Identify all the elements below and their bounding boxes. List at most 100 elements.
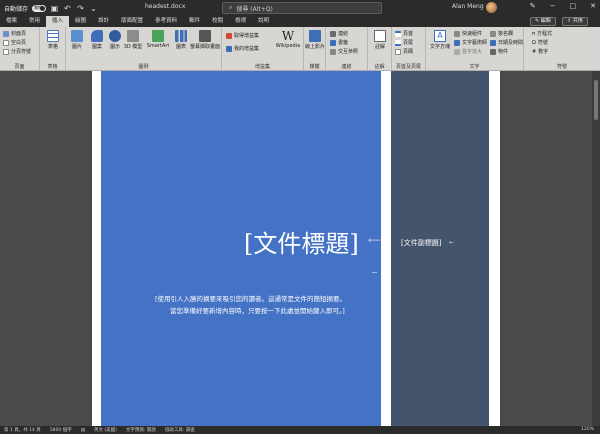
shapes-icon <box>91 30 103 42</box>
scrollbar-thumb[interactable] <box>594 80 598 120</box>
close-icon[interactable]: ✕ <box>590 2 596 10</box>
proofing-icon[interactable]: ▤ <box>81 428 85 433</box>
page-count[interactable]: 第 1 頁，共 14 頁 <box>4 427 41 433</box>
pi-icon: π <box>532 30 536 37</box>
language-status[interactable]: 英文 (美國) <box>94 427 117 433</box>
comments-group: 註解 註解 <box>368 27 392 71</box>
3d-models-icon <box>127 30 139 42</box>
page-number-button[interactable]: 頁碼 <box>395 48 413 55</box>
blank-page-button[interactable]: 空白頁 <box>3 39 26 46</box>
tab-references[interactable]: 參考資料 <box>149 16 183 27</box>
autosave-toggle[interactable]: 關閉 <box>32 4 47 12</box>
header-button[interactable]: 頁首 <box>395 30 413 37</box>
date-time-button[interactable]: 日期及時間 <box>490 39 523 46</box>
addins-group: 取得增益集 我的增益集 W Wikipedia 增益集 <box>222 27 304 71</box>
pictures-button[interactable]: 圖片 <box>66 30 88 50</box>
zoom-level[interactable]: 120% <box>581 426 594 434</box>
document-title-placeholder[interactable]: [文件標題] <box>244 224 359 259</box>
page-break-button[interactable]: 分頁符號 <box>3 48 31 55</box>
3d-models-button[interactable]: 3D 模型 <box>122 30 144 50</box>
minimize-icon[interactable]: − <box>550 2 556 10</box>
cover-dark-panel <box>391 71 489 426</box>
page-number-icon <box>395 48 401 55</box>
number-button[interactable]: # 數字 <box>532 48 548 56</box>
abstract-line-1[interactable]: [使用引人入勝的摘要來吸引您的讀者。這通常是文件的簡短摘要。 <box>155 293 346 303</box>
status-bar: 第 1 頁，共 14 頁 5800 個字 ▤ 英文 (美國) 文字預測: 開啟 … <box>0 426 600 434</box>
header-footer-group-label: 頁首及頁尾 <box>395 64 421 70</box>
text-prediction-status[interactable]: 文字預測: 開啟 <box>126 427 156 433</box>
drop-cap-icon <box>454 48 460 55</box>
tab-design[interactable]: 設計 <box>92 16 115 27</box>
abstract-line-2[interactable]: 當您準備好要新增內容時，只要按一下此處並開始鍵入即可。] <box>170 305 345 315</box>
wordart-icon <box>454 39 460 46</box>
tab-mailings[interactable]: 郵件 <box>183 16 206 27</box>
redo-icon[interactable]: ↷ <box>76 4 85 13</box>
share-button[interactable]: ⇪ 共用 <box>562 17 588 26</box>
illustrations-group-label: 圖例 <box>138 64 149 70</box>
online-video-button[interactable]: 線上影片 <box>304 30 326 50</box>
tab-insert[interactable]: 插入 <box>46 16 70 27</box>
menu-bar: 檔案 常用 插入 繪圖 設計 版面配置 參考資料 郵件 校閱 檢視 說明 ✎ 編… <box>0 16 600 27</box>
maximize-icon[interactable]: □ <box>570 2 577 10</box>
equation-button[interactable]: π 方程式 <box>532 30 552 38</box>
addins-icon <box>226 45 232 52</box>
bookmark-button[interactable]: 書籤 <box>330 39 348 46</box>
symbol-button[interactable]: Ω 符號 <box>532 39 548 47</box>
search-input[interactable]: ⌕ 搜尋 (Alt+Q) <box>222 2 382 14</box>
chart-button[interactable]: 圖表 <box>170 30 192 50</box>
icons-icon <box>109 30 121 42</box>
links-group-label: 連結 <box>341 64 352 70</box>
canvas-right-margin <box>500 71 600 426</box>
wikipedia-button[interactable]: W Wikipedia <box>274 29 302 50</box>
symbols-group-label: 符號 <box>556 64 567 70</box>
tables-group: 表格 表格 <box>40 27 66 71</box>
tab-layout[interactable]: 版面配置 <box>115 16 149 27</box>
wordart-button[interactable]: 文字藝術師 <box>454 39 487 46</box>
object-button[interactable]: 物件 <box>490 48 508 55</box>
text-box-icon: A <box>434 30 446 42</box>
wikipedia-icon: W <box>281 29 295 43</box>
smartart-button[interactable]: SmartArt <box>144 30 172 49</box>
table-button[interactable]: 表格 <box>42 30 64 50</box>
tab-file[interactable]: 檔案 <box>0 16 23 27</box>
tab-review[interactable]: 校閱 <box>206 16 229 27</box>
link-icon <box>330 30 336 37</box>
pen-icon[interactable]: ✎ <box>530 2 536 10</box>
quick-parts-button[interactable]: 快速組件 <box>454 30 482 37</box>
tab-draw[interactable]: 繪圖 <box>69 16 92 27</box>
my-addins-button[interactable]: 我的增益集 <box>226 45 259 52</box>
autosave-label: 自動儲存 <box>4 5 29 13</box>
tab-view[interactable]: 檢視 <box>229 16 252 27</box>
cover-page-button[interactable]: 封面頁 <box>3 30 26 37</box>
vertical-scrollbar[interactable] <box>592 71 600 426</box>
illustrations-group: 圖片 圖案 圖示 3D 模型 SmartArt 圖表 螢幕擷取畫面 圖例 <box>66 27 222 71</box>
save-icon[interactable]: ▣ <box>50 4 59 13</box>
comment-button[interactable]: 註解 <box>369 30 391 50</box>
tab-home[interactable]: 常用 <box>23 16 46 27</box>
signature-line-button[interactable]: 簽名欄 <box>490 30 513 37</box>
media-group: 線上影片 媒體 <box>304 27 326 71</box>
links-group: 連結 書籤 交互參照 連結 <box>326 27 368 71</box>
link-button[interactable]: 連結 <box>330 30 348 37</box>
drop-cap-button[interactable]: 首字放大 <box>454 48 482 55</box>
footer-icon <box>395 39 401 46</box>
footer-button[interactable]: 頁尾 <box>395 39 413 46</box>
customize-toolbar-icon[interactable]: ⌄ <box>89 4 98 13</box>
undo-icon[interactable]: ↶ <box>63 4 72 13</box>
anchor-mark <box>372 272 377 273</box>
accessibility-status[interactable]: 協助工具: 調查 <box>165 427 195 433</box>
screenshot-button[interactable]: 螢幕擷取畫面 <box>190 30 220 50</box>
header-icon <box>395 30 401 37</box>
get-addins-button[interactable]: 取得增益集 <box>226 32 259 39</box>
avatar[interactable] <box>486 2 497 13</box>
video-icon <box>309 30 321 42</box>
editing-mode-button[interactable]: ✎ 編輯 <box>530 17 556 26</box>
cross-reference-button[interactable]: 交互參照 <box>330 48 358 55</box>
document-subtitle-placeholder[interactable]: [文件副標題] <box>401 238 441 248</box>
word-count[interactable]: 5800 個字 <box>50 427 72 433</box>
text-box-button[interactable]: A 文字方塊 <box>428 30 452 50</box>
tab-help[interactable]: 說明 <box>252 16 275 27</box>
store-icon <box>226 32 232 39</box>
screenshot-icon <box>199 30 211 42</box>
user-name: Alan Meng <box>452 3 484 10</box>
